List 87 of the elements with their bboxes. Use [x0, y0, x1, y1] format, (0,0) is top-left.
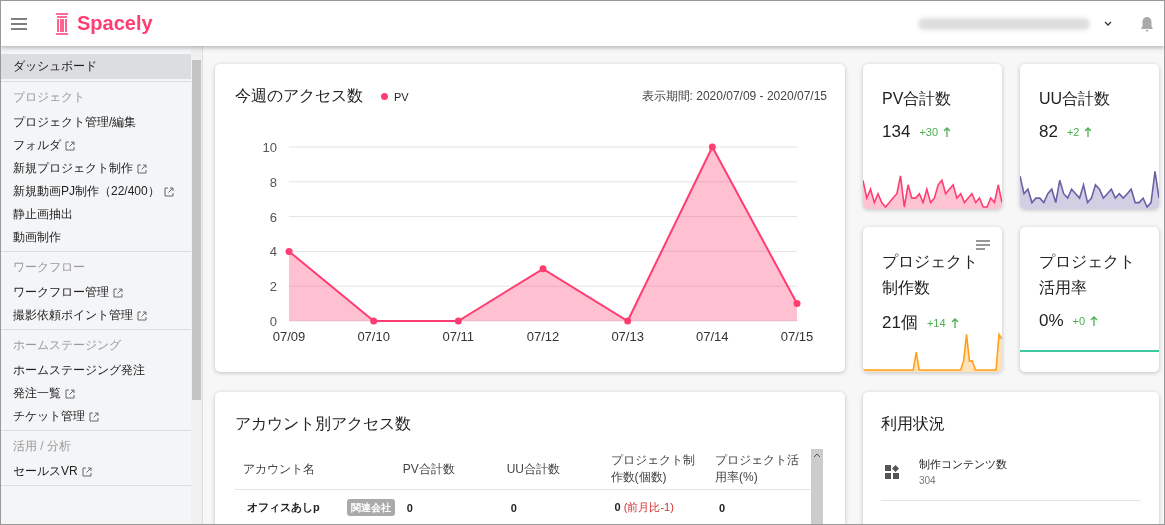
section-heading: 活用 / 分析	[12, 438, 72, 455]
nav-item[interactable]: 発注一覧	[1, 382, 191, 405]
widgets-icon	[885, 464, 899, 479]
external-link-icon	[65, 140, 75, 151]
caret-icon[interactable]	[1104, 21, 1112, 26]
tag: 関連会社	[346, 498, 395, 516]
nav-item[interactable]: 動画制作	[1, 226, 191, 249]
table-cell: 0	[498, 489, 603, 524]
nav-item[interactable]: 撮影依頼ポイント管理	[1, 304, 191, 327]
y-tick-label: 2	[269, 279, 277, 295]
bell-icon[interactable]	[1140, 15, 1154, 32]
nav-item[interactable]: 新規プロジェクト制作	[1, 157, 191, 180]
card-title: アカウント別アクセス数	[235, 414, 412, 434]
caret-up-icon[interactable]	[813, 453, 821, 458]
external-link-icon	[163, 186, 174, 197]
up-arrow-icon	[950, 317, 959, 328]
up-arrow-icon	[943, 127, 952, 137]
data-point	[708, 143, 716, 151]
external-link-icon	[89, 411, 99, 422]
stat-value: 82	[1039, 122, 1058, 142]
menu-icon[interactable]	[11, 17, 27, 30]
stat-value: 0%	[1039, 311, 1064, 331]
stat-title: プロジェクト活用率	[1039, 252, 1136, 298]
stat-change: +14	[926, 316, 946, 329]
section-heading: ワークフロー	[12, 259, 86, 276]
external-link-icon	[113, 287, 123, 298]
stat-value: 134	[882, 122, 911, 142]
y-tick-label: 8	[269, 174, 277, 190]
stat-change: +2	[1066, 126, 1080, 138]
card-title: 今週のアクセス数	[235, 86, 363, 106]
section-heading: ホームステージング	[12, 337, 122, 354]
up-arrow-icon	[1084, 127, 1093, 137]
nav-item[interactable]: セールスVR	[1, 460, 191, 483]
menu-icon[interactable]	[976, 240, 990, 250]
usage-value: 304	[919, 475, 937, 486]
up-arrow-icon	[1090, 316, 1099, 326]
nav-item[interactable]: ホームステージング発注	[1, 359, 191, 382]
nav-item[interactable]: チケット管理	[1, 405, 191, 428]
card-title: 利用状況	[881, 414, 946, 434]
x-tick-label: 07/13	[611, 329, 644, 344]
x-tick-label: 07/09	[272, 329, 306, 344]
scrollbar[interactable]	[811, 449, 823, 524]
column-header: アカウント名	[235, 449, 395, 490]
data-point	[793, 300, 801, 308]
column-header: プロジェクト制作数(個数)	[602, 449, 707, 490]
y-tick-label: 0	[269, 314, 277, 329]
external-link-icon	[81, 466, 92, 477]
pillar-logo-icon	[55, 12, 69, 35]
nav-item[interactable]: プロジェクト管理/編集	[1, 111, 191, 134]
data-point	[454, 317, 462, 325]
period-label: 表示期間: 2020/07/09 - 2020/07/15	[641, 88, 827, 105]
scrollbar[interactable]	[191, 46, 202, 524]
stat-change: +0	[1072, 315, 1086, 327]
nav-item[interactable]: 新規動画PJ制作（22/400）	[1, 180, 191, 203]
external-link-icon	[137, 310, 147, 321]
usage-label: 制作コンテンツ数	[919, 457, 1007, 472]
table-cell: 0 (前月比-1)	[602, 489, 707, 524]
section-heading: プロジェクト	[12, 89, 86, 106]
data-point	[370, 317, 378, 325]
x-tick-label: 07/11	[442, 329, 475, 344]
column-header: UU合計数	[498, 449, 603, 490]
y-tick-label: 10	[262, 140, 277, 155]
external-link-icon	[65, 388, 75, 399]
table-cell: オフィスあしp	[235, 489, 347, 524]
column-header: PV合計数	[394, 449, 499, 490]
x-tick-label: 07/15	[780, 329, 814, 344]
data-point	[624, 317, 632, 325]
data-point	[285, 247, 293, 255]
nav-item[interactable]: ダッシュボード	[1, 54, 191, 79]
stat-value: 21個	[882, 312, 918, 334]
x-tick-label: 07/14	[696, 329, 729, 344]
stat-title: プロジェクト制作数	[882, 252, 979, 298]
x-tick-label: 07/10	[357, 329, 390, 344]
legend-label: PV	[394, 90, 409, 103]
stat-title: PV合計数	[882, 89, 953, 109]
table-cell: 0	[394, 489, 499, 524]
stat-title: UU合計数	[1039, 89, 1112, 109]
y-tick-label: 4	[269, 244, 277, 260]
table-cell: 0	[707, 489, 811, 524]
stat-change: +30	[919, 126, 939, 138]
external-link-icon	[137, 163, 147, 174]
nav-item[interactable]: フォルダ	[1, 134, 191, 157]
nav-item[interactable]: 静止画抽出	[1, 203, 191, 226]
y-tick-label: 6	[269, 209, 277, 225]
data-point	[539, 265, 547, 273]
nav-item[interactable]: ワークフロー管理	[1, 281, 191, 304]
x-tick-label: 07/12	[526, 329, 560, 344]
